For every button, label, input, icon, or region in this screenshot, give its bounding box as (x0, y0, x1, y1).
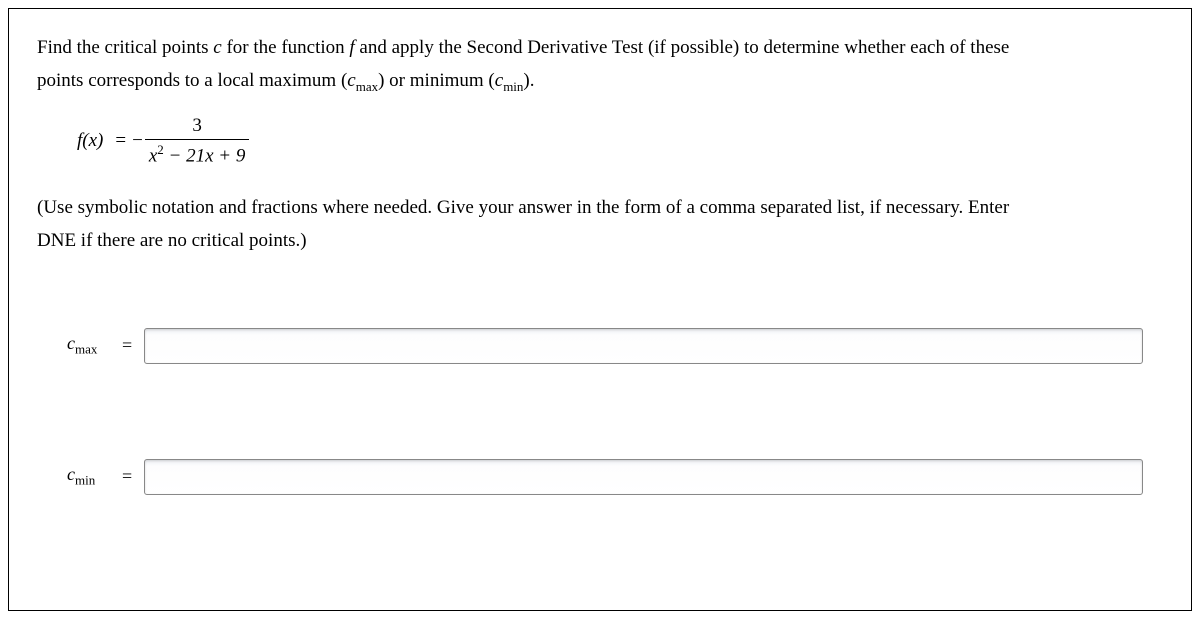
cmax-sub: max (75, 342, 97, 357)
den-rest: − 21x + 9 (164, 145, 246, 166)
q-text-3: and apply the Second Derivative Test (if… (355, 37, 1010, 58)
q-var-c: c (213, 37, 221, 58)
question-text: Find the critical points c for the funct… (37, 31, 1163, 99)
cmax-c: c (67, 333, 75, 353)
formula-neg: − (132, 130, 143, 152)
den-x: x (149, 145, 157, 166)
q-cmax-sub: max (356, 79, 378, 94)
q-cmin-c: c (495, 70, 503, 91)
cmin-eq: = (122, 466, 132, 487)
answer-row-cmin: cmin = (67, 459, 1163, 495)
q-text-5: ) or minimum ( (378, 70, 495, 91)
q-cmin-sub: min (503, 79, 523, 94)
instr-1: (Use symbolic notation and fractions whe… (37, 197, 1009, 218)
problem-container: Find the critical points c for the funct… (8, 8, 1192, 611)
instruction-text: (Use symbolic notation and fractions whe… (37, 191, 1163, 258)
q-text-4: points corresponds to a local maximum ( (37, 70, 347, 91)
cmin-c: c (67, 464, 75, 484)
cmax-label: cmax (67, 333, 112, 358)
formula-denominator: x2 − 21x + 9 (145, 139, 250, 167)
q-cmax-c: c (347, 70, 355, 91)
cmax-input[interactable] (144, 328, 1143, 364)
cmax-eq: = (122, 335, 132, 356)
q-text-2: for the function (222, 37, 350, 58)
answer-row-cmax: cmax = (67, 328, 1163, 364)
q-text-1: Find the critical points (37, 37, 213, 58)
cmin-label: cmin (67, 464, 112, 489)
cmin-input[interactable] (144, 459, 1143, 495)
formula: f(x) = − 3 x2 − 21x + 9 (77, 115, 1163, 167)
formula-eq: = (115, 130, 126, 152)
formula-lhs: f(x) (77, 130, 103, 152)
cmin-sub: min (75, 473, 95, 488)
formula-fraction: 3 x2 − 21x + 9 (145, 115, 250, 167)
instr-2: DNE if there are no critical points.) (37, 230, 307, 251)
q-text-6: ). (523, 70, 534, 91)
formula-numerator: 3 (188, 115, 206, 139)
